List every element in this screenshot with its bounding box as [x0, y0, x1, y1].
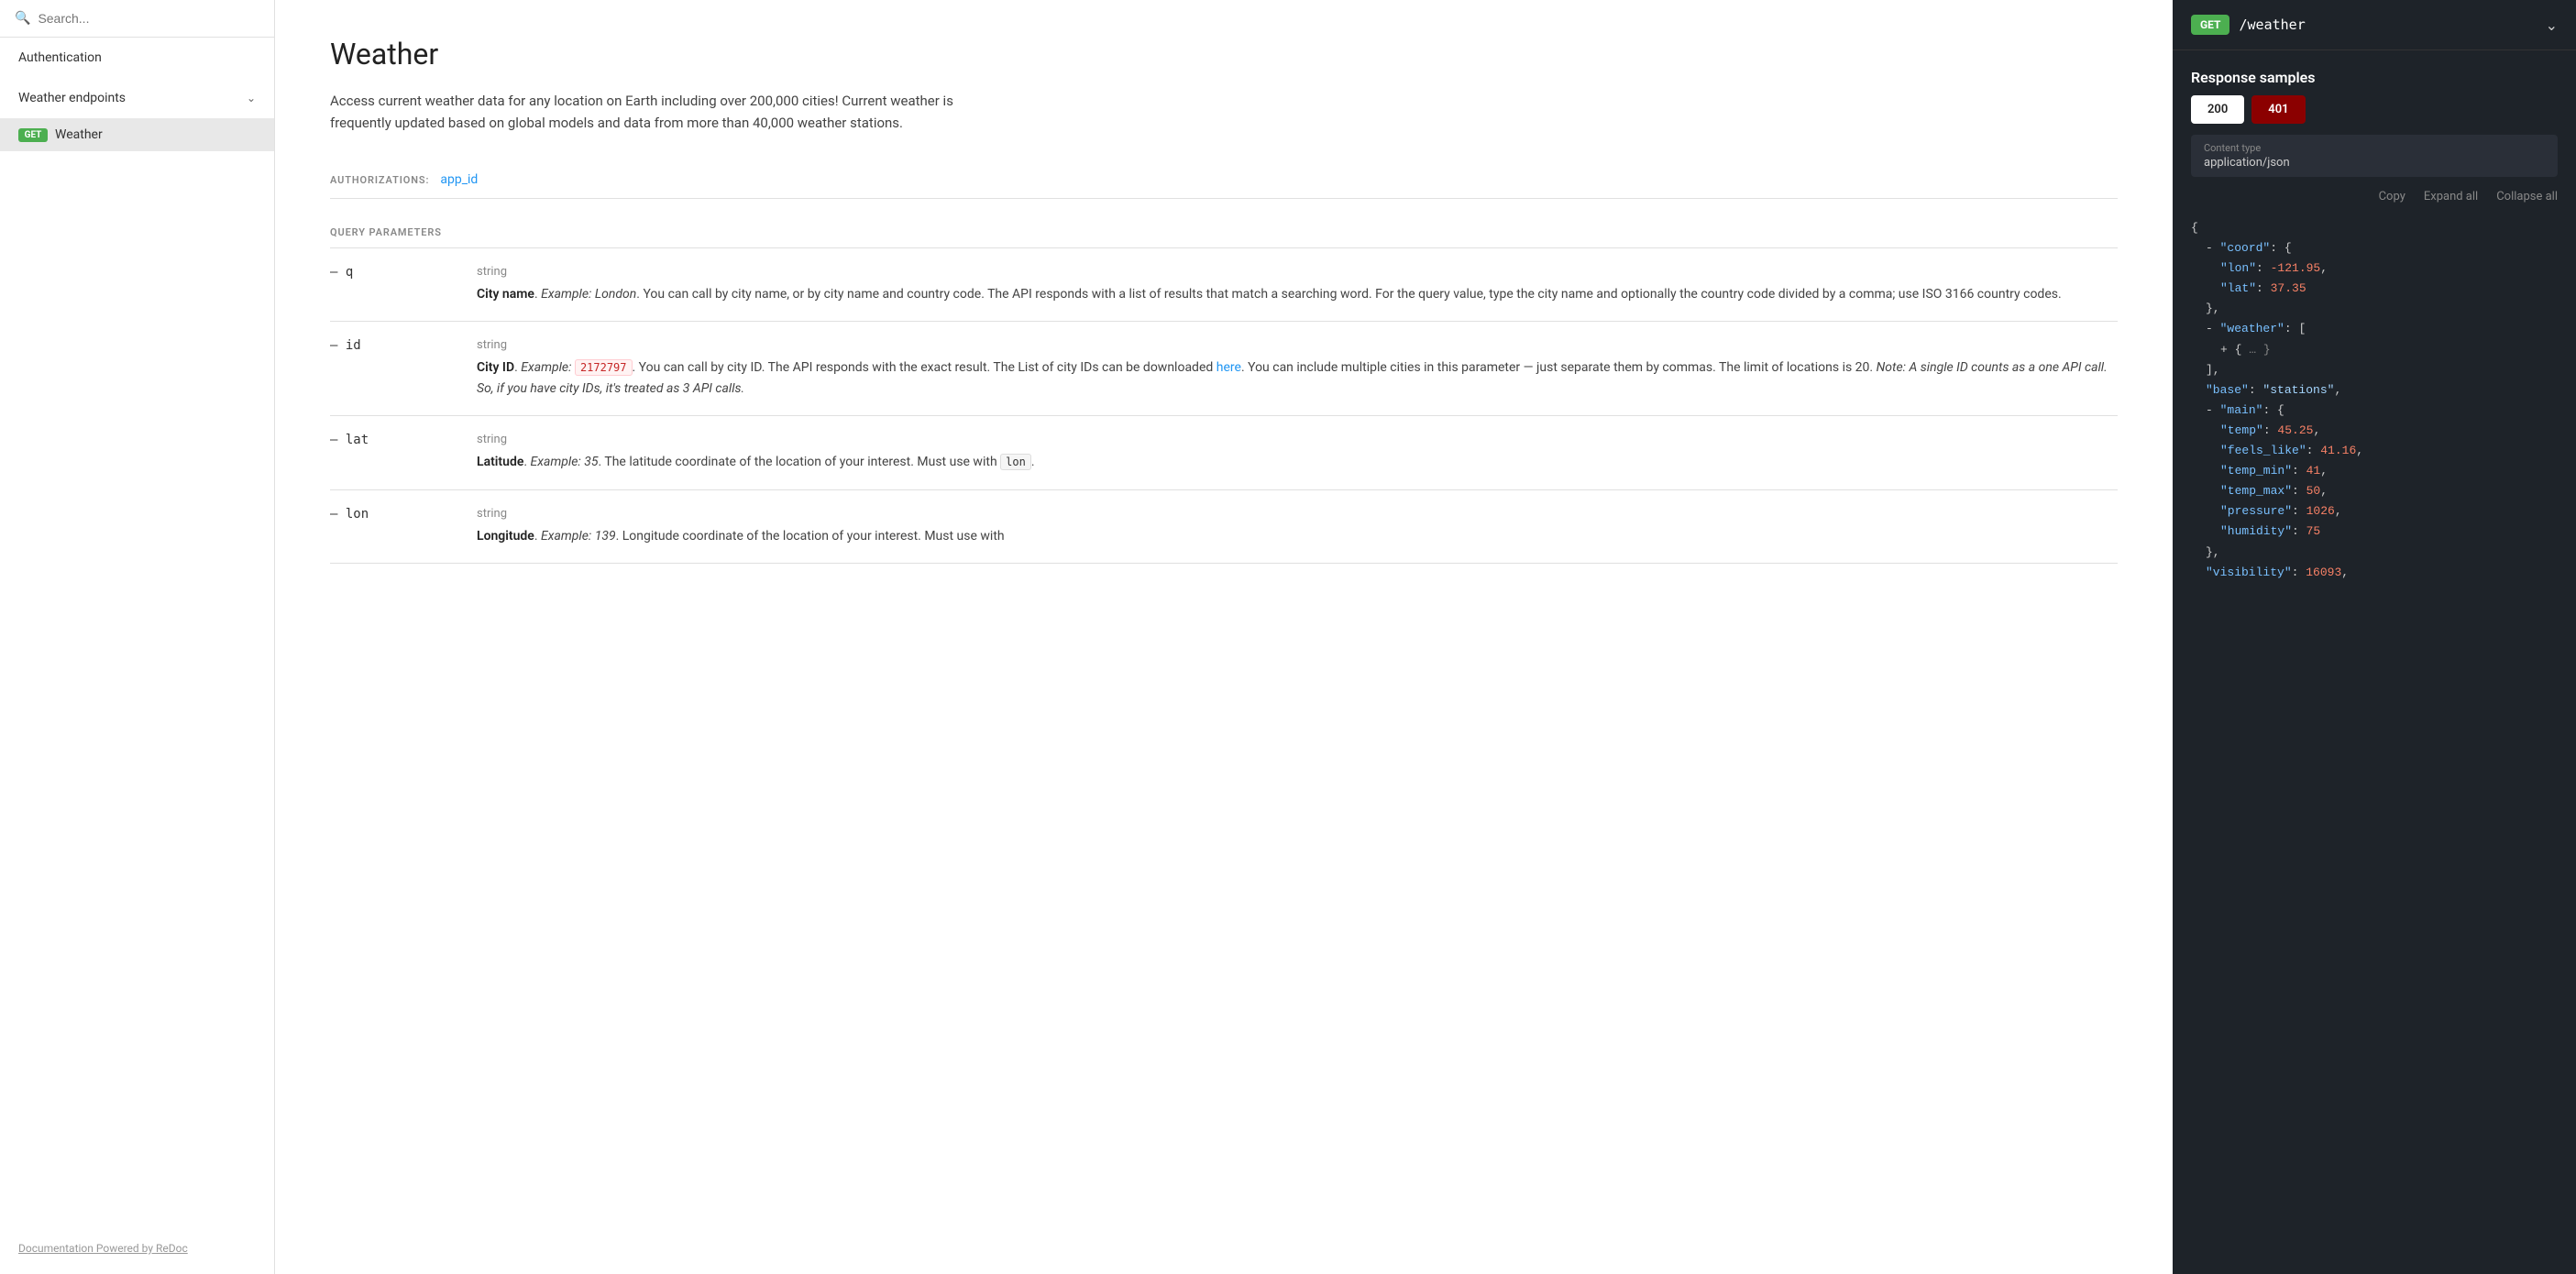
param-row: — lat string Latitude. Example: 35. The …	[330, 416, 2118, 489]
search-icon: 🔍	[15, 11, 30, 26]
content-type-value: application/json	[2204, 156, 2545, 170]
here-link[interactable]: here	[1216, 360, 1241, 375]
description: Access current weather data for any loca…	[330, 90, 972, 134]
param-name-text: lon	[346, 507, 369, 522]
sidebar-item-label: Authentication	[18, 50, 102, 65]
tab-401[interactable]: 401	[2251, 95, 2305, 124]
param-desc-cell: string Longitude. Example: 139. Longitud…	[477, 489, 2118, 563]
param-type: string	[477, 507, 2118, 521]
param-name: — id	[330, 322, 477, 416]
search-bar[interactable]: 🔍	[0, 0, 274, 38]
param-desc-cell: string Latitude. Example: 35. The latitu…	[477, 416, 2118, 489]
param-row: — lon string Longitude. Example: 139. Lo…	[330, 489, 2118, 563]
page-title: Weather	[330, 37, 2118, 71]
param-name-text: id	[346, 338, 361, 353]
param-row: — q string City name. Example: London. Y…	[330, 248, 2118, 322]
authorizations-row: AUTHORIZATIONS: app_id	[330, 161, 2118, 199]
params-table: — q string City name. Example: London. Y…	[330, 248, 2118, 564]
sidebar-item-authentication[interactable]: Authentication	[0, 38, 274, 78]
sidebar: 🔍 Authentication Weather endpoints ⌄ GET…	[0, 0, 275, 1274]
get-method-badge: GET	[18, 128, 48, 142]
sidebar-item-weather[interactable]: GET Weather	[0, 118, 274, 151]
param-desc: Latitude. Example: 35. The latitude coor…	[477, 452, 2118, 472]
param-name: — lat	[330, 416, 477, 489]
query-params-label: QUERY PARAMETERS	[330, 217, 2118, 248]
param-type: string	[477, 433, 2118, 446]
copy-button[interactable]: Copy	[2379, 190, 2405, 203]
redoc-link[interactable]: Documentation Powered by ReDoc	[18, 1242, 188, 1255]
expand-all-button[interactable]: Expand all	[2424, 190, 2478, 203]
param-type: string	[477, 265, 2118, 279]
content-type-label: Content type	[2204, 142, 2545, 154]
method-badge: GET	[2191, 15, 2229, 35]
sidebar-item-label: Weather	[55, 127, 103, 142]
tab-200[interactable]: 200	[2191, 95, 2244, 124]
code-block: { - "coord": { "lon": -121.95, "lat": 37…	[2173, 209, 2576, 601]
sidebar-item-label: Weather endpoints	[18, 91, 126, 105]
main-content: Weather Access current weather data for …	[275, 0, 2173, 1274]
endpoint-path: /weather	[2239, 16, 2536, 33]
param-row: — id string City ID. Example: 2172797. Y…	[330, 322, 2118, 416]
code-actions: Copy Expand all Collapse all	[2173, 184, 2576, 209]
response-tabs: 200 401	[2173, 95, 2576, 135]
inline-code-id: 2172797	[575, 359, 633, 376]
param-desc: City name. Example: London. You can call…	[477, 284, 2118, 304]
chevron-down-icon: ⌄	[247, 92, 256, 104]
right-panel: GET /weather ⌄ Response samples 200 401 …	[2173, 0, 2576, 1274]
auth-link[interactable]: app_id	[440, 172, 478, 187]
param-name: — lon	[330, 489, 477, 563]
powered-by: Documentation Powered by ReDoc	[0, 1220, 274, 1274]
param-name: — q	[330, 248, 477, 322]
collapse-all-button[interactable]: Collapse all	[2496, 190, 2558, 203]
authorizations-label: AUTHORIZATIONS:	[330, 174, 429, 186]
endpoint-bar: GET /weather ⌄	[2173, 0, 2576, 50]
param-desc: Longitude. Example: 139. Longitude coord…	[477, 526, 2118, 546]
chevron-down-icon[interactable]: ⌄	[2546, 16, 2558, 34]
param-desc: City ID. Example: 2172797. You can call …	[477, 357, 2118, 399]
inline-code-lon: lon	[1000, 454, 1031, 470]
param-name-text: q	[346, 265, 353, 280]
param-type: string	[477, 338, 2118, 352]
param-desc-cell: string City name. Example: London. You c…	[477, 248, 2118, 322]
param-desc-cell: string City ID. Example: 2172797. You ca…	[477, 322, 2118, 416]
content-type-bar: Content type application/json	[2191, 135, 2558, 177]
param-name-text: lat	[346, 433, 369, 447]
search-input[interactable]	[38, 11, 259, 26]
sidebar-item-weather-endpoints[interactable]: Weather endpoints ⌄	[0, 78, 274, 118]
response-samples-header: Response samples	[2173, 50, 2576, 95]
